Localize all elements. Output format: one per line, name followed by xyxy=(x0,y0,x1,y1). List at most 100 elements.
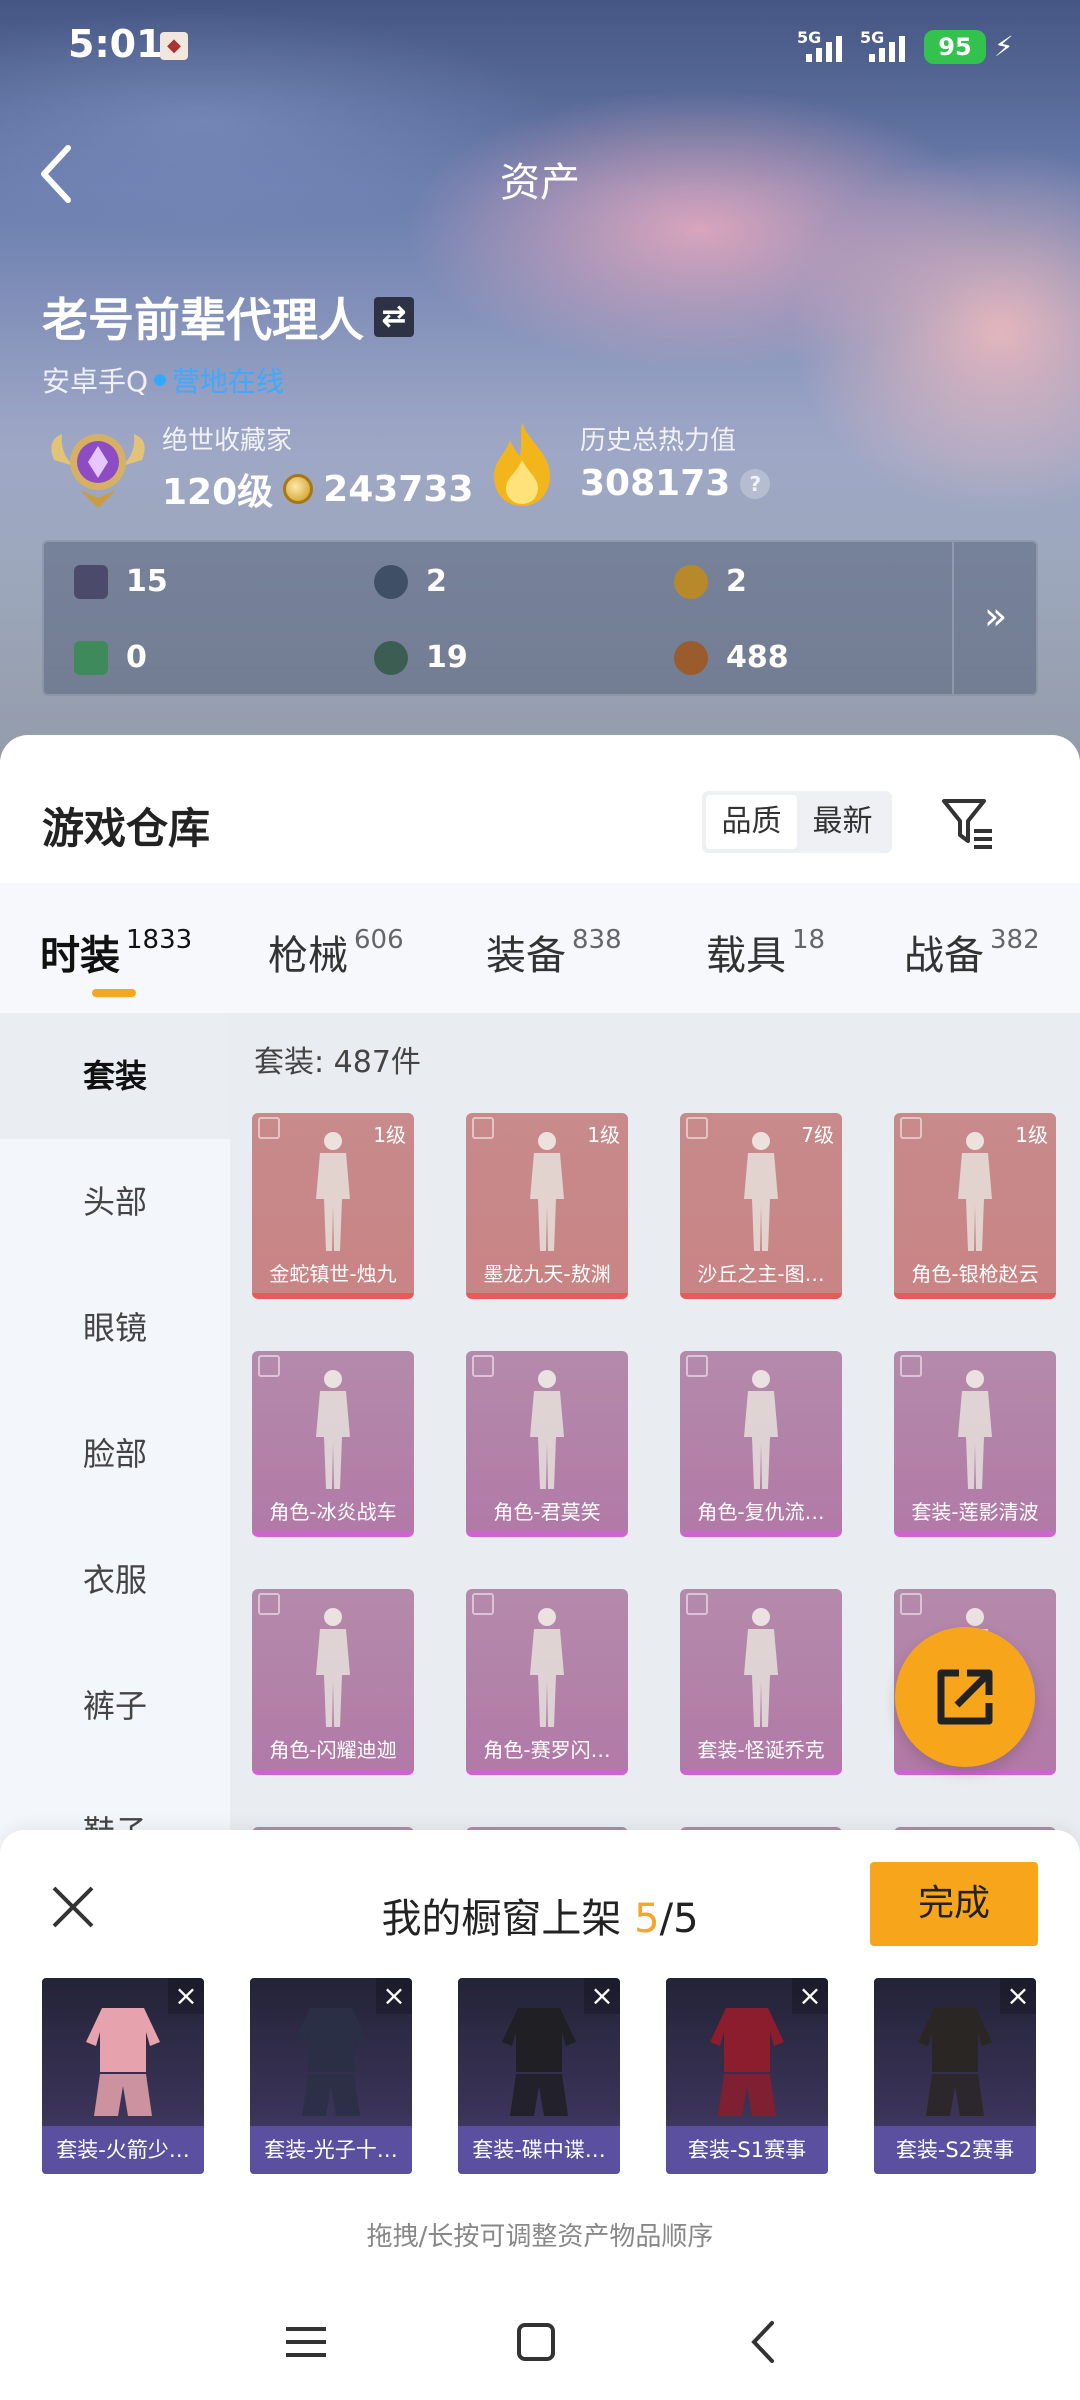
help-icon[interactable]: ? xyxy=(740,468,771,499)
status-time: 5:01 xyxy=(68,22,163,66)
filter-icon[interactable] xyxy=(940,795,996,851)
stats-panel[interactable]: 15 2 2 0 19 488 » xyxy=(42,540,1038,696)
showcase-slot[interactable]: × 套装-火箭少… xyxy=(42,1978,204,2174)
stat-value: 2 xyxy=(726,564,747,599)
home-icon[interactable] xyxy=(506,2317,566,2367)
select-checkbox-icon[interactable] xyxy=(900,1593,922,1615)
showcase-slot[interactable]: × 套装-S1赛事 xyxy=(666,1978,828,2174)
card-name: 沙丘之主-图… xyxy=(697,1262,825,1286)
collector-points: 243733 xyxy=(323,468,474,510)
outfit-card[interactable]: 1级金蛇镇世-烛九 xyxy=(252,1113,414,1299)
collector-level: 120级 xyxy=(162,472,274,513)
card-name: 角色-银枪赵云 xyxy=(911,1262,1039,1286)
showcase-slot[interactable]: × 套装-S2赛事 xyxy=(874,1978,1036,2174)
select-checkbox-icon[interactable] xyxy=(900,1355,922,1377)
remove-icon[interactable]: × xyxy=(376,1978,412,2014)
outfit-card[interactable]: 套装-怪诞乔克 xyxy=(680,1589,842,1775)
share-button[interactable] xyxy=(895,1627,1035,1767)
tab-vehicles[interactable]: 载具 18 xyxy=(706,923,825,981)
select-checkbox-icon[interactable] xyxy=(472,1355,494,1377)
tab-count: 18 xyxy=(792,925,826,955)
heat-block[interactable]: 历史总热力值 308173 ? xyxy=(580,420,771,504)
outfit-card[interactable]: 套装-莲影清波 xyxy=(894,1351,1056,1537)
heat-label: 历史总热力值 xyxy=(580,426,737,456)
collector-label: 绝世收藏家 xyxy=(162,426,293,456)
signal-bars-1-icon xyxy=(806,34,842,62)
select-checkbox-icon[interactable] xyxy=(686,1593,708,1615)
showcase-slot[interactable]: × 套装-光子十… xyxy=(250,1978,412,2174)
tab-equipment[interactable]: 装备 838 xyxy=(486,923,622,981)
card-name: 角色-冰炎战车 xyxy=(269,1500,397,1524)
tab-label: 载具 xyxy=(706,933,786,979)
system-nav-bar xyxy=(0,2275,1080,2400)
outfit-card[interactable]: 1级角色-银枪赵云 xyxy=(894,1113,1056,1299)
sort-toggle: 品质 最新 xyxy=(702,791,892,853)
orb-icon xyxy=(374,640,408,675)
double-chevron-right-icon[interactable]: » xyxy=(984,594,1007,638)
sidebar-item-face[interactable]: 脸部 xyxy=(0,1391,230,1517)
outfit-card[interactable]: 角色-闪耀迪迦 xyxy=(252,1589,414,1775)
stat-value: 2 xyxy=(426,564,447,599)
remove-icon[interactable]: × xyxy=(1000,1978,1036,2014)
remove-icon[interactable]: × xyxy=(792,1978,828,2014)
tab-label: 装备 xyxy=(486,933,566,979)
battery-indicator: 95 xyxy=(924,30,986,64)
platform-label: 安卓手Q xyxy=(42,365,149,398)
outfit-thumbnail-icon xyxy=(710,2008,784,2116)
menu-icon[interactable] xyxy=(276,2317,336,2367)
card-name: 金蛇镇世-烛九 xyxy=(269,1262,397,1286)
sidebar-item-suits[interactable]: 套装 xyxy=(0,1013,230,1139)
outfit-card[interactable]: 角色-赛罗闪… xyxy=(466,1589,628,1775)
done-button[interactable]: 完成 xyxy=(870,1862,1038,1946)
stat-item: 19 xyxy=(374,640,468,675)
tab-count: 1833 xyxy=(126,925,193,955)
outfit-card[interactable]: 7级 沙丘之主-图… xyxy=(680,1113,842,1299)
outfit-thumbnail-icon xyxy=(502,2008,576,2116)
tab-combat-gear[interactable]: 战备 382 xyxy=(904,923,1040,981)
stat-value: 488 xyxy=(726,640,789,675)
tab-guns[interactable]: 枪械 606 xyxy=(268,923,404,981)
select-checkbox-icon[interactable] xyxy=(900,1117,922,1139)
sidebar-item-glasses[interactable]: 眼镜 xyxy=(0,1265,230,1391)
outfit-thumbnail-icon xyxy=(918,2008,992,2116)
showcase-slot[interactable]: × 套装-碟中谍… xyxy=(458,1978,620,2174)
character-figure-icon xyxy=(316,1608,350,1727)
card-level: 1级 xyxy=(373,1123,406,1147)
tab-fashion[interactable]: 时装 1833 xyxy=(40,923,192,981)
card-name: 套装-怪诞乔克 xyxy=(697,1738,825,1762)
outfit-card[interactable]: 1级 墨龙九天-敖渊 xyxy=(466,1113,628,1299)
select-checkbox-icon[interactable] xyxy=(472,1117,494,1139)
stat-item: 488 xyxy=(674,640,789,675)
select-checkbox-icon[interactable] xyxy=(686,1355,708,1377)
select-checkbox-icon[interactable] xyxy=(258,1593,280,1615)
sort-newest-button[interactable]: 最新 xyxy=(797,795,888,849)
sidebar-item-pants[interactable]: 裤子 xyxy=(0,1643,230,1769)
sort-quality-button[interactable]: 品质 xyxy=(706,795,797,849)
outfit-card[interactable]: 角色-君莫笑 xyxy=(466,1351,628,1537)
card-level: 1级 xyxy=(1015,1123,1048,1147)
tab-count: 838 xyxy=(572,925,622,955)
divider xyxy=(952,542,954,694)
sidebar-item-head[interactable]: 头部 xyxy=(0,1139,230,1265)
outfit-card[interactable]: 角色-复仇流… xyxy=(680,1351,842,1537)
back-nav-icon[interactable] xyxy=(736,2317,796,2367)
remove-icon[interactable]: × xyxy=(168,1978,204,2014)
switch-account-icon[interactable]: ⇄ xyxy=(374,297,414,337)
select-checkbox-icon[interactable] xyxy=(472,1593,494,1615)
collector-block[interactable]: 绝世收藏家 120级 243733 xyxy=(162,420,473,515)
sidebar-item-clothes[interactable]: 衣服 xyxy=(0,1517,230,1643)
remove-icon[interactable]: × xyxy=(584,1978,620,2014)
category-tabs: 时装 1833 枪械 606 装备 838 载具 18 战备 382 xyxy=(0,883,1080,1013)
showcase-total-count: /5 xyxy=(659,1896,699,1942)
item-count-label: 套装: 487件 xyxy=(254,1045,421,1080)
select-checkbox-icon[interactable] xyxy=(258,1355,280,1377)
slot-name: 套装-碟中谍… xyxy=(458,2126,620,2174)
select-checkbox-icon[interactable] xyxy=(686,1117,708,1139)
outfit-card[interactable]: 角色-冰炎战车 xyxy=(252,1351,414,1537)
spin-badge-icon xyxy=(374,564,408,599)
select-checkbox-icon[interactable] xyxy=(258,1117,280,1139)
stat-item: 0 xyxy=(74,640,147,675)
card-name: 角色-闪耀迪迦 xyxy=(269,1738,397,1762)
slot-name: 套装-火箭少… xyxy=(42,2126,204,2174)
stat-item: 2 xyxy=(374,564,447,599)
